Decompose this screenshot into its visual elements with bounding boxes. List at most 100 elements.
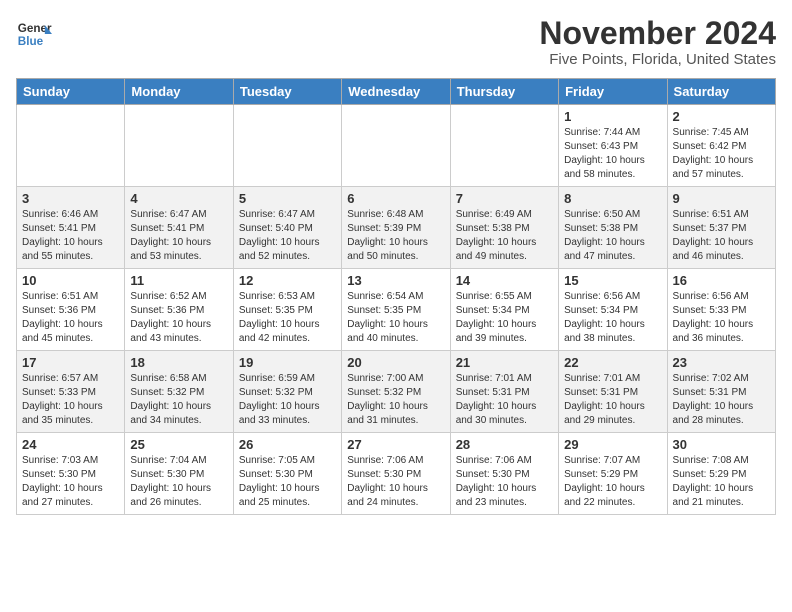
logo-icon: General Blue [16, 16, 52, 52]
week-row-5: 24 Sunrise: 7:03 AM Sunset: 5:30 PM Dayli… [17, 433, 776, 515]
calendar-cell: 7 Sunrise: 6:49 AM Sunset: 5:38 PM Daylig… [450, 187, 558, 269]
location-title: Five Points, Florida, United States [539, 51, 776, 68]
day-number: 7 [456, 191, 553, 206]
day-number: 28 [456, 437, 553, 452]
day-number: 23 [673, 355, 770, 370]
calendar-cell: 16 Sunrise: 6:56 AM Sunset: 5:33 PM Dayli… [667, 269, 775, 351]
day-number: 29 [564, 437, 661, 452]
day-number: 9 [673, 191, 770, 206]
day-number: 2 [673, 109, 770, 124]
weekday-header-sunday: Sunday [17, 79, 125, 105]
calendar-cell: 21 Sunrise: 7:01 AM Sunset: 5:31 PM Dayli… [450, 351, 558, 433]
calendar-cell: 14Sunrise: 6:55 AM Sunset: 5:34 PM Dayli… [450, 269, 558, 351]
day-number: 25 [130, 437, 227, 452]
day-info: Sunrise: 7:02 AM Sunset: 5:31 PM Dayligh… [673, 372, 770, 428]
calendar-cell: 30 Sunrise: 7:08 AM Sunset: 5:29 PM Dayli… [667, 433, 775, 515]
day-number: 24 [22, 437, 119, 452]
weekday-header-row: SundayMondayTuesdayWednesdayThursdayFrid… [17, 79, 776, 105]
calendar-cell: 2 Sunrise: 7:45 AM Sunset: 6:42 PM Daylig… [667, 105, 775, 187]
calendar-cell: 25 Sunrise: 7:04 AM Sunset: 5:30 PM Dayli… [125, 433, 233, 515]
day-info: Sunrise: 7:08 AM Sunset: 5:29 PM Dayligh… [673, 454, 770, 510]
header: General Blue November 2024 Five Points, … [16, 16, 776, 68]
calendar-cell: 18 Sunrise: 6:58 AM Sunset: 5:32 PM Dayli… [125, 351, 233, 433]
calendar-cell: 23 Sunrise: 7:02 AM Sunset: 5:31 PM Dayli… [667, 351, 775, 433]
calendar-cell: 22Sunrise: 7:01 AM Sunset: 5:31 PM Dayli… [559, 351, 667, 433]
day-number: 14 [456, 273, 553, 288]
day-info: Sunrise: 7:06 AM Sunset: 5:30 PM Dayligh… [456, 454, 553, 510]
day-number: 16 [673, 273, 770, 288]
calendar-cell: 4 Sunrise: 6:47 AM Sunset: 5:41 PM Daylig… [125, 187, 233, 269]
calendar-cell: 10Sunrise: 6:51 AM Sunset: 5:36 PM Dayli… [17, 269, 125, 351]
calendar-cell: 27Sunrise: 7:06 AM Sunset: 5:30 PM Dayli… [342, 433, 450, 515]
calendar-cell [125, 105, 233, 187]
calendar-cell: 3 Sunrise: 6:46 AM Sunset: 5:41 PM Daylig… [17, 187, 125, 269]
day-number: 30 [673, 437, 770, 452]
day-info: Sunrise: 7:01 AM Sunset: 5:31 PM Dayligh… [456, 372, 553, 428]
day-number: 21 [456, 355, 553, 370]
calendar-cell: 6 Sunrise: 6:48 AM Sunset: 5:39 PM Daylig… [342, 187, 450, 269]
calendar-cell: 20Sunrise: 7:00 AM Sunset: 5:32 PM Dayli… [342, 351, 450, 433]
day-info: Sunrise: 6:49 AM Sunset: 5:38 PM Dayligh… [456, 208, 553, 264]
day-number: 18 [130, 355, 227, 370]
calendar-cell: 15 Sunrise: 6:56 AM Sunset: 5:34 PM Dayli… [559, 269, 667, 351]
calendar: SundayMondayTuesdayWednesdayThursdayFrid… [16, 78, 776, 515]
weekday-header-wednesday: Wednesday [342, 79, 450, 105]
calendar-cell: 1 Sunrise: 7:44 AM Sunset: 6:43 PM Daylig… [559, 105, 667, 187]
day-info: Sunrise: 6:50 AM Sunset: 5:38 PM Dayligh… [564, 208, 661, 264]
calendar-cell [342, 105, 450, 187]
calendar-cell: 11Sunrise: 6:52 AM Sunset: 5:36 PM Dayli… [125, 269, 233, 351]
day-info: Sunrise: 6:58 AM Sunset: 5:32 PM Dayligh… [130, 372, 227, 428]
week-row-3: 10Sunrise: 6:51 AM Sunset: 5:36 PM Dayli… [17, 269, 776, 351]
calendar-cell: 19 Sunrise: 6:59 AM Sunset: 5:32 PM Dayli… [233, 351, 341, 433]
day-info: Sunrise: 6:47 AM Sunset: 5:41 PM Dayligh… [130, 208, 227, 264]
day-number: 26 [239, 437, 336, 452]
calendar-cell [17, 105, 125, 187]
calendar-cell: 5 Sunrise: 6:47 AM Sunset: 5:40 PM Daylig… [233, 187, 341, 269]
day-number: 15 [564, 273, 661, 288]
calendar-cell: 12Sunrise: 6:53 AM Sunset: 5:35 PM Dayli… [233, 269, 341, 351]
day-info: Sunrise: 6:56 AM Sunset: 5:33 PM Dayligh… [673, 290, 770, 346]
day-number: 22 [564, 355, 661, 370]
day-number: 8 [564, 191, 661, 206]
weekday-header-monday: Monday [125, 79, 233, 105]
day-info: Sunrise: 7:05 AM Sunset: 5:30 PM Dayligh… [239, 454, 336, 510]
weekday-header-thursday: Thursday [450, 79, 558, 105]
weekday-header-tuesday: Tuesday [233, 79, 341, 105]
day-info: Sunrise: 6:54 AM Sunset: 5:35 PM Dayligh… [347, 290, 444, 346]
calendar-cell: 17Sunrise: 6:57 AM Sunset: 5:33 PM Dayli… [17, 351, 125, 433]
day-number: 27 [347, 437, 444, 452]
day-number: 17 [22, 355, 119, 370]
day-info: Sunrise: 7:04 AM Sunset: 5:30 PM Dayligh… [130, 454, 227, 510]
title-area: November 2024 Five Points, Florida, Unit… [539, 16, 776, 68]
day-info: Sunrise: 7:45 AM Sunset: 6:42 PM Dayligh… [673, 126, 770, 182]
day-info: Sunrise: 6:46 AM Sunset: 5:41 PM Dayligh… [22, 208, 119, 264]
day-number: 12 [239, 273, 336, 288]
calendar-cell [450, 105, 558, 187]
day-number: 19 [239, 355, 336, 370]
weekday-header-friday: Friday [559, 79, 667, 105]
calendar-cell: 24 Sunrise: 7:03 AM Sunset: 5:30 PM Dayli… [17, 433, 125, 515]
logo: General Blue [16, 16, 52, 52]
day-number: 1 [564, 109, 661, 124]
day-info: Sunrise: 6:51 AM Sunset: 5:37 PM Dayligh… [673, 208, 770, 264]
week-row-4: 17Sunrise: 6:57 AM Sunset: 5:33 PM Dayli… [17, 351, 776, 433]
day-info: Sunrise: 6:47 AM Sunset: 5:40 PM Dayligh… [239, 208, 336, 264]
calendar-cell: 29 Sunrise: 7:07 AM Sunset: 5:29 PM Dayli… [559, 433, 667, 515]
calendar-cell: 13 Sunrise: 6:54 AM Sunset: 5:35 PM Dayli… [342, 269, 450, 351]
day-info: Sunrise: 6:48 AM Sunset: 5:39 PM Dayligh… [347, 208, 444, 264]
day-number: 10 [22, 273, 119, 288]
day-info: Sunrise: 7:07 AM Sunset: 5:29 PM Dayligh… [564, 454, 661, 510]
day-info: Sunrise: 7:44 AM Sunset: 6:43 PM Dayligh… [564, 126, 661, 182]
calendar-cell: 26 Sunrise: 7:05 AM Sunset: 5:30 PM Dayli… [233, 433, 341, 515]
calendar-cell: 28 Sunrise: 7:06 AM Sunset: 5:30 PM Dayli… [450, 433, 558, 515]
day-number: 13 [347, 273, 444, 288]
day-number: 6 [347, 191, 444, 206]
day-info: Sunrise: 6:59 AM Sunset: 5:32 PM Dayligh… [239, 372, 336, 428]
day-info: Sunrise: 6:56 AM Sunset: 5:34 PM Dayligh… [564, 290, 661, 346]
day-number: 20 [347, 355, 444, 370]
day-number: 5 [239, 191, 336, 206]
week-row-2: 3 Sunrise: 6:46 AM Sunset: 5:41 PM Daylig… [17, 187, 776, 269]
day-number: 3 [22, 191, 119, 206]
day-number: 4 [130, 191, 227, 206]
day-info: Sunrise: 7:03 AM Sunset: 5:30 PM Dayligh… [22, 454, 119, 510]
